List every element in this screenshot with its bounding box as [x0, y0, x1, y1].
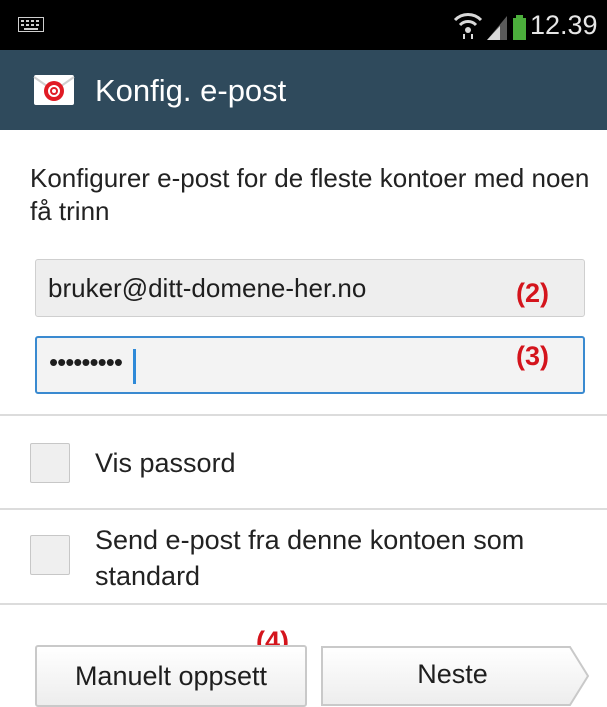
status-time: 12.39 [530, 10, 598, 40]
wifi-icon [453, 13, 483, 39]
password-field[interactable]: ••••••••• [35, 336, 585, 394]
default-account-label[interactable]: Send e-post fra denne kontoen som standa… [95, 522, 595, 594]
text-caret [133, 349, 136, 384]
password-masked-value: ••••••••• [49, 347, 123, 377]
divider [0, 414, 607, 416]
annotation-2: (2) [516, 278, 549, 308]
battery-icon [513, 15, 526, 40]
email-app-icon [33, 75, 75, 105]
intro-text: Konfigurer e-post for de fleste kontoer … [30, 163, 590, 226]
annotation-3: (3) [516, 341, 549, 371]
status-bar: 12.39 [0, 0, 607, 50]
action-bar [0, 50, 607, 130]
show-password-checkbox[interactable] [30, 443, 70, 483]
email-value: bruker@ditt-domene-her.no [48, 273, 367, 303]
email-field[interactable]: bruker@ditt-domene-her.no [35, 259, 585, 317]
next-button[interactable]: Neste [320, 645, 607, 707]
divider [0, 603, 607, 605]
keyboard-icon [18, 17, 44, 32]
divider [0, 508, 607, 510]
show-password-label[interactable]: Vis passord [95, 445, 236, 481]
manual-setup-button[interactable]: Manuelt oppsett [35, 645, 307, 707]
default-account-checkbox[interactable] [30, 535, 70, 575]
next-button-label: Neste [417, 659, 488, 689]
signal-icon [487, 16, 507, 40]
page-title: Konfig. e-post [95, 73, 287, 108]
